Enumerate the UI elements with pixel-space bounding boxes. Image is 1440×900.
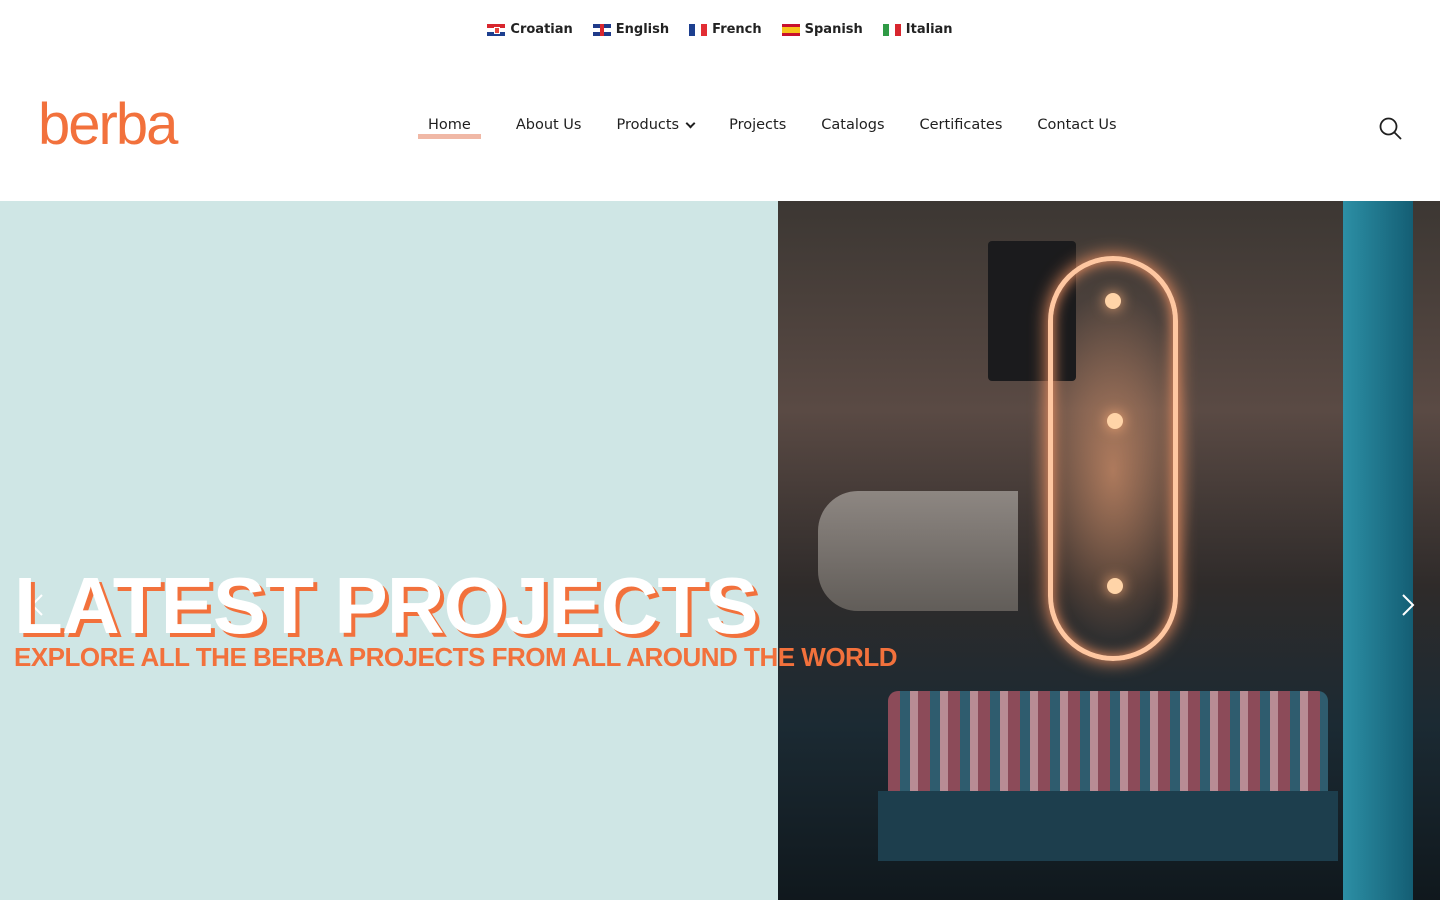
nav-item-label: About Us <box>515 117 582 133</box>
language-switcher: Croatian English French Spanish Italian <box>0 22 1440 37</box>
nav-item-contact-us[interactable]: Contact Us <box>1037 117 1116 133</box>
language-spanish[interactable]: Spanish <box>781 22 863 37</box>
hero-slider: LATEST PROJECTS EXPLORE ALL THE BERBA PR… <box>0 201 1440 900</box>
nav-item-label: Contact Us <box>1037 117 1117 133</box>
nav-item-label: Home <box>428 117 471 133</box>
nav-item-catalogs[interactable]: Catalogs <box>821 117 884 133</box>
italy-flag-icon <box>882 23 901 36</box>
chevron-down-icon <box>685 118 696 128</box>
hero-subtitle: EXPLORE ALL THE BERBA PROJECTS FROM ALL … <box>14 642 897 672</box>
nav-item-certificates[interactable]: Certificates <box>920 117 1003 133</box>
language-english[interactable]: English <box>592 22 670 37</box>
nav-item-label: Certificates <box>919 117 1003 133</box>
hero-project-photo <box>778 201 1440 900</box>
nav-item-products[interactable]: Products <box>616 117 696 133</box>
nav-item-label: Catalogs <box>821 117 885 133</box>
search-button[interactable] <box>1378 116 1402 140</box>
main-nav: Home About Us Products Projects Catalogs… <box>418 117 1152 139</box>
language-french[interactable]: French <box>689 22 762 37</box>
nav-item-home[interactable]: Home <box>418 117 481 139</box>
nav-item-projects[interactable]: Projects <box>729 117 786 133</box>
france-flag-icon <box>689 23 708 36</box>
nav-item-label: Projects <box>729 117 787 133</box>
language-croatian[interactable]: Croatian <box>487 22 573 37</box>
language-label: Croatian <box>510 22 573 37</box>
search-icon <box>1379 117 1402 140</box>
nav-item-about-us[interactable]: About Us <box>516 117 582 133</box>
language-italian[interactable]: Italian <box>882 22 953 37</box>
language-label: Italian <box>905 22 953 37</box>
hero-title: LATEST PROJECTS <box>14 561 759 650</box>
language-label: English <box>615 22 670 37</box>
croatia-flag-icon <box>487 23 506 36</box>
nav-item-label: Products <box>616 117 680 133</box>
language-label: Spanish <box>804 22 863 37</box>
spain-flag-icon <box>781 23 800 36</box>
site-logo[interactable]: berba <box>38 96 178 154</box>
slider-next-button[interactable] <box>1394 591 1422 619</box>
uk-flag-icon <box>592 23 611 36</box>
chevron-right-icon <box>1402 594 1415 616</box>
language-label: French <box>712 22 762 37</box>
